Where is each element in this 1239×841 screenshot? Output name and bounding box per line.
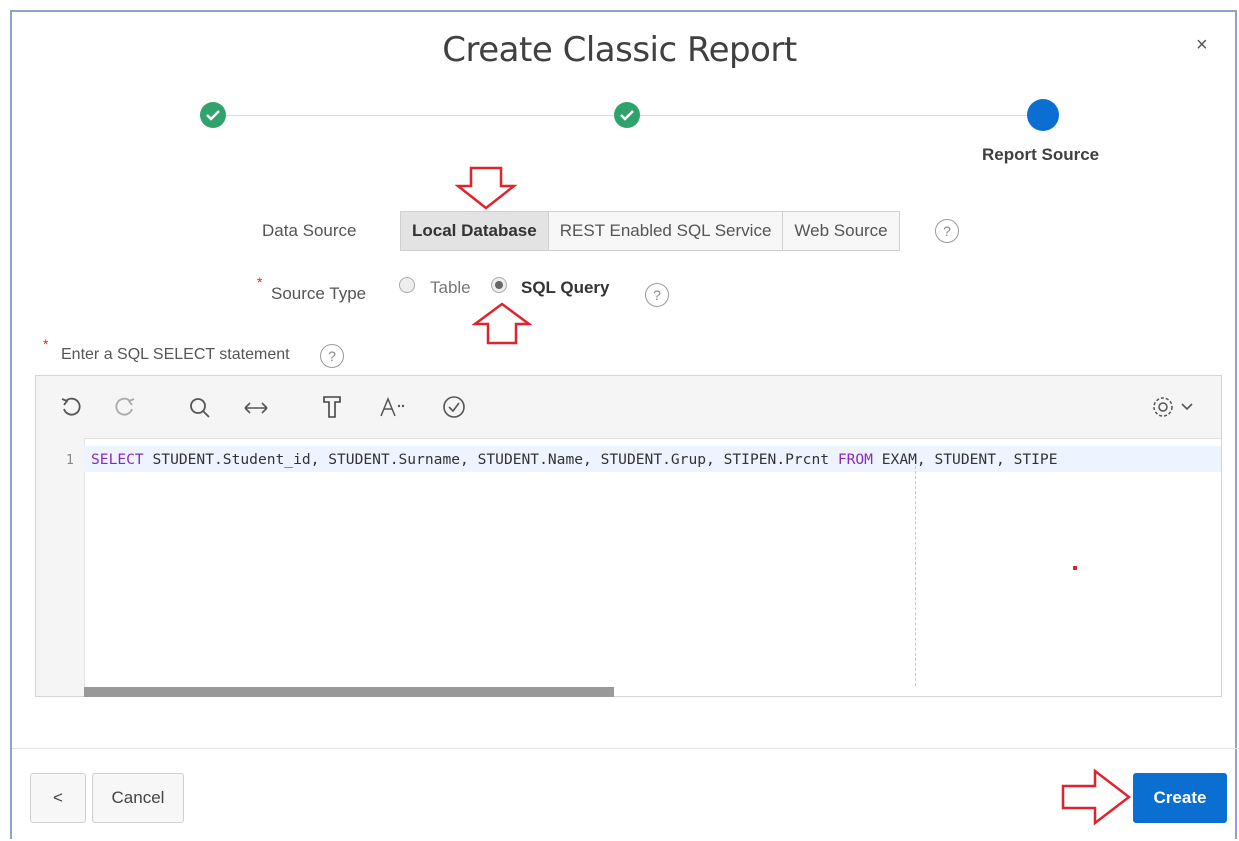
radio-table[interactable]: [399, 277, 415, 293]
sql-code-line[interactable]: SELECT STUDENT.Student_id, STUDENT.Surna…: [91, 451, 1058, 468]
data-source-option-rest-sql[interactable]: REST Enabled SQL Service: [547, 212, 783, 250]
sql-text: STUDENT.Student_id, STUDENT.Surname, STU…: [143, 451, 838, 468]
check-icon: [206, 110, 220, 121]
data-source-option-local-database[interactable]: Local Database: [401, 212, 548, 250]
sql-text: EXAM, STUDENT, STIPE: [872, 451, 1058, 468]
sql-keyword: FROM: [837, 451, 873, 468]
format-icon[interactable]: [321, 394, 343, 420]
cancel-button[interactable]: Cancel: [92, 773, 184, 823]
create-button[interactable]: Create: [1133, 773, 1227, 823]
search-icon[interactable]: [188, 396, 212, 420]
wizard-step-3-current: [1027, 99, 1059, 131]
font-size-icon[interactable]: [379, 396, 407, 418]
data-source-segmented-control: Local Database REST Enabled SQL Service …: [400, 211, 900, 251]
undo-icon[interactable]: [60, 396, 82, 418]
line-number: 1: [66, 453, 74, 468]
editor-toolbar: [36, 376, 1221, 439]
footer-divider: [12, 748, 1237, 749]
wizard-step-2-complete: [614, 102, 640, 128]
settings-icon[interactable]: [1152, 395, 1200, 419]
wizard-step-1-complete: [200, 102, 226, 128]
sql-code-editor[interactable]: 1 SELECT STUDENT.Student_id, STUDENT.Sur…: [35, 375, 1222, 697]
sql-statement-label: Enter a SQL SELECT statement: [61, 346, 290, 363]
back-button[interactable]: <: [30, 773, 86, 823]
editor-gutter: [36, 438, 85, 696]
help-icon[interactable]: ?: [645, 283, 669, 307]
annotation-arrow-right: [1061, 768, 1132, 826]
check-icon: [620, 110, 634, 121]
horizontal-scrollbar[interactable]: [84, 687, 614, 697]
required-marker: *: [257, 274, 263, 290]
source-type-label: Source Type: [271, 284, 367, 303]
validate-icon[interactable]: [442, 395, 466, 419]
dialog-title: Create Classic Report: [442, 30, 797, 70]
print-margin: [915, 466, 916, 686]
help-icon[interactable]: ?: [320, 344, 344, 368]
required-marker: *: [43, 336, 49, 352]
replace-icon[interactable]: [243, 398, 269, 418]
data-source-option-web-source[interactable]: Web Source: [782, 212, 899, 250]
wizard-step-label: Report Source: [982, 145, 1100, 164]
data-source-label: Data Source: [262, 221, 357, 240]
annotation-dot: [1073, 566, 1077, 570]
annotation-arrow-up: [472, 302, 532, 345]
redo-icon[interactable]: [114, 396, 136, 418]
radio-sql-query[interactable]: [491, 277, 507, 293]
annotation-arrow-down: [455, 166, 517, 210]
radio-sql-query-label[interactable]: SQL Query: [521, 278, 610, 298]
sql-keyword: SELECT: [91, 451, 144, 468]
radio-table-label[interactable]: Table: [430, 278, 471, 298]
help-icon[interactable]: ?: [935, 219, 959, 243]
close-icon[interactable]: ×: [1196, 34, 1208, 57]
